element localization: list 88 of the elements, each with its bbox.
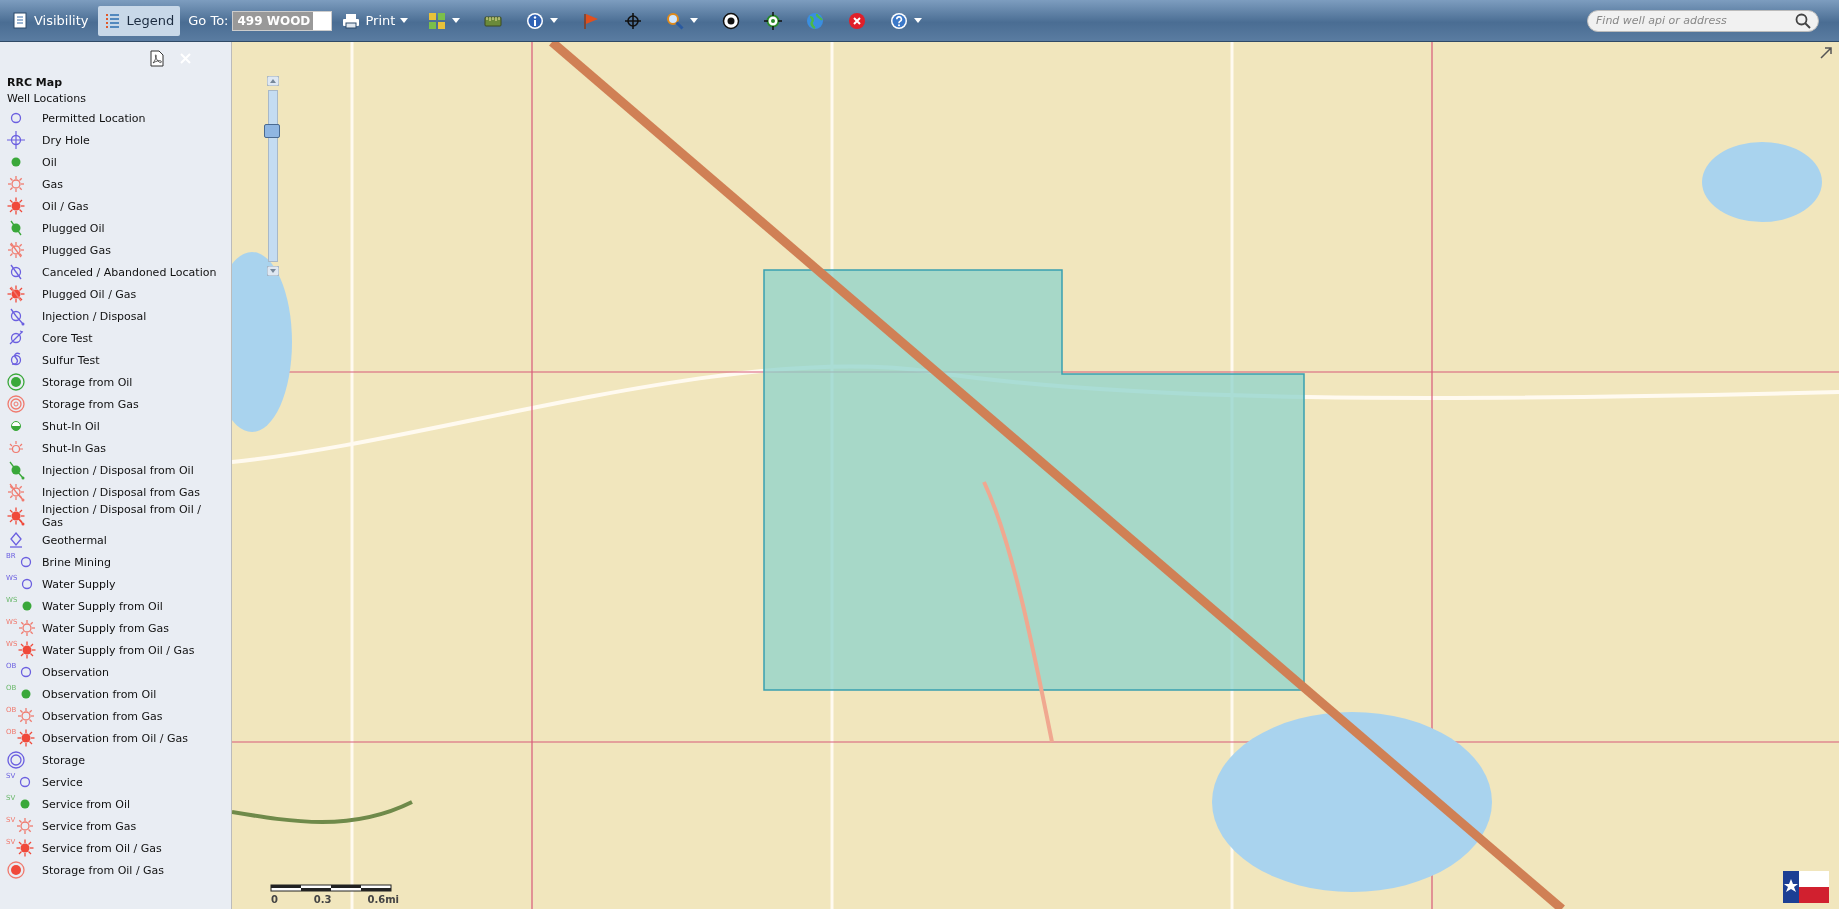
info-icon — [526, 11, 545, 30]
legend-label: Injection / Disposal — [42, 309, 148, 323]
well-symbol-icon — [6, 372, 26, 392]
legend-label: Plugged Oil / Gas — [42, 287, 138, 301]
legend-label: Injection / Disposal from Oil — [42, 463, 195, 477]
goto-field[interactable]: 499 WOOD — [232, 10, 333, 31]
close-icon — [848, 11, 867, 30]
help-icon — [890, 11, 909, 30]
legend-label: Water Supply from Oil — [42, 599, 164, 613]
well-symbol-icon — [6, 860, 26, 880]
scale-bar-icon — [270, 884, 392, 892]
well-symbol-icon — [6, 196, 26, 216]
well-symbol-icon — [6, 394, 26, 414]
legend-label: Service — [42, 775, 84, 789]
legend-group-title: Well Locations — [7, 92, 87, 105]
legend-label: Storage from Gas — [42, 397, 140, 411]
print-button[interactable]: Print — [336, 5, 415, 36]
well-symbol-icon — [15, 838, 36, 858]
legend-label: Oil / Gas — [42, 199, 90, 213]
zoom-out-button[interactable] — [267, 266, 279, 276]
well-symbol-icon — [17, 618, 38, 638]
legend-label: Observation from Oil / Gas — [42, 731, 190, 745]
legend-label: Water Supply — [42, 577, 117, 591]
search-field[interactable]: Find well api or address — [1587, 9, 1819, 32]
well-symbol-icon — [15, 816, 36, 836]
well-symbol-icon — [6, 130, 26, 150]
grid-icon — [428, 11, 447, 30]
list-icon — [104, 11, 122, 30]
legend-label: Injection / Disposal from Oil / Gas — [42, 503, 202, 529]
expand-icon[interactable] — [1819, 46, 1833, 60]
scale-label: 0.6mi — [366, 894, 400, 905]
legend-label: Water Supply from Oil / Gas — [42, 643, 196, 657]
printer-icon — [342, 12, 361, 29]
legend-label: Injection / Disposal from Gas — [42, 485, 201, 499]
legend-label: Dry Hole — [42, 133, 91, 147]
caret-icon — [452, 18, 461, 23]
legend-title: RRC Map — [7, 76, 64, 89]
legend-tab[interactable]: Legend — [98, 5, 181, 36]
caret-icon — [550, 18, 559, 23]
pdf-icon[interactable] — [150, 49, 164, 67]
zoom-slider-thumb[interactable] — [264, 124, 280, 139]
scale-label: 0 — [270, 894, 279, 905]
zoom-in-button[interactable] — [267, 76, 279, 86]
legend-label: Observation from Oil — [42, 687, 158, 701]
goto-label: Go To: — [188, 13, 229, 28]
well-symbol-icon — [6, 750, 26, 770]
search-icon — [666, 11, 685, 30]
well-symbol-icon — [6, 506, 26, 526]
legend-label: Plugged Gas — [42, 243, 112, 257]
legend-label: Observation — [42, 665, 110, 679]
legend-label: Storage from Oil / Gas — [42, 863, 166, 877]
legend-label: Oil — [42, 155, 58, 169]
legend-label: Shut-In Gas — [42, 441, 107, 455]
well-symbol-icon — [6, 174, 26, 194]
document-icon — [12, 11, 29, 30]
globe-icon — [806, 11, 825, 30]
locate-icon — [764, 11, 783, 30]
legend-label: Service from Gas — [42, 819, 138, 833]
legend-label: Observation from Gas — [42, 709, 164, 723]
legend-label: Permitted Location — [42, 111, 147, 125]
legend-label: Gas — [42, 177, 64, 191]
legend-label: Canceled / Abandoned Location — [42, 265, 218, 279]
well-symbol-icon — [6, 482, 26, 502]
visibility-tab[interactable]: Visibility — [6, 5, 95, 36]
target-icon — [722, 11, 741, 30]
caret-icon — [690, 18, 699, 23]
search-icon[interactable] — [1795, 12, 1811, 29]
well-symbol-icon — [16, 728, 37, 748]
legend-label: Brine Mining — [42, 555, 112, 569]
legend-label: Storage — [42, 753, 87, 767]
well-symbol-icon — [16, 706, 37, 726]
legend-label: Plugged Oil — [42, 221, 106, 235]
well-symbol-icon — [6, 284, 26, 304]
crosshair-icon — [624, 11, 643, 30]
caret-icon — [914, 18, 923, 23]
caret-icon — [400, 18, 409, 23]
well-symbol-icon — [6, 240, 26, 260]
legend-label: Core Test — [42, 331, 94, 345]
legend-label: Geothermal — [42, 533, 108, 547]
legend-label: Service from Oil / Gas — [42, 841, 163, 855]
flag-logo-icon — [1781, 869, 1831, 905]
legend-label: Shut-In Oil — [42, 419, 101, 433]
scale-label: 0.3 — [312, 894, 333, 905]
legend-label: Water Supply from Gas — [42, 621, 171, 635]
legend-label: Storage from Oil — [42, 375, 134, 389]
well-symbol-icon — [17, 640, 38, 660]
legend-label: Sulfur Test — [42, 353, 101, 367]
legend-label: Service from Oil — [42, 797, 132, 811]
